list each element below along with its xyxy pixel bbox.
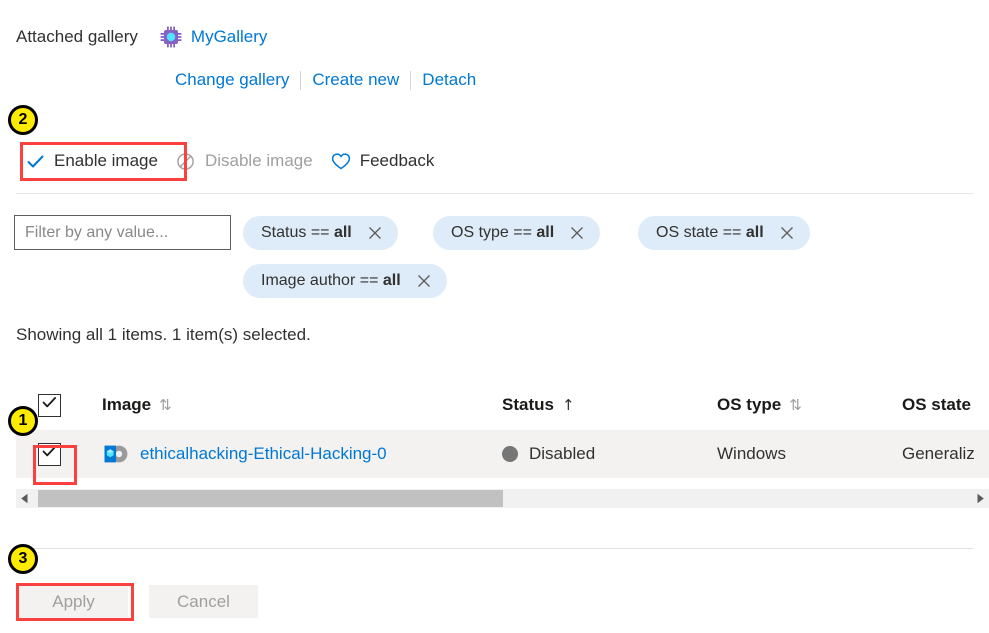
status-indicator-icon (502, 446, 518, 462)
footer-divider (16, 548, 973, 549)
filter-pill-os-type-text: OS type == all (451, 224, 555, 241)
close-icon[interactable] (778, 224, 796, 242)
row-select-checkbox[interactable] (37, 442, 61, 466)
feedback-button[interactable]: Feedback (322, 144, 444, 178)
sort-ascending-icon: ↑ (561, 396, 575, 414)
select-all-checkbox[interactable] (37, 393, 61, 417)
column-header-os-type[interactable]: OS type ⇅ (717, 395, 902, 415)
filter-pill-image-author-text: Image author == all (261, 272, 401, 289)
gallery-name-link[interactable]: MyGallery (191, 27, 268, 47)
grid-header-row: Image ⇅ Status ↑ OS type ⇅ OS state (16, 380, 989, 430)
grid-horizontal-scrollbar[interactable] (16, 489, 989, 508)
cancel-button[interactable]: Cancel (149, 585, 258, 618)
sort-unsorted-icon: ⇅ (789, 396, 802, 414)
row-os-type-cell: Windows (717, 444, 902, 464)
column-header-os-state-label: OS state (902, 395, 971, 414)
annotation-badge-2: 2 (8, 105, 38, 135)
results-summary-text: Showing all 1 items. 1 item(s) selected. (16, 325, 311, 344)
images-grid: Image ⇅ Status ↑ OS type ⇅ OS state ethi… (16, 380, 989, 478)
checkmark-icon (42, 445, 57, 463)
detach-gallery-link[interactable]: Detach (411, 70, 487, 90)
row-status-text: Disabled (529, 444, 596, 463)
scroll-right-arrow-icon[interactable] (972, 489, 989, 508)
row-os-state-text: Generaliz (902, 444, 975, 463)
filter-input[interactable] (14, 215, 231, 250)
filter-pill-image-author[interactable]: Image author == all (243, 264, 447, 298)
gallery-links-row: Change gallery Create new Detach (175, 70, 487, 90)
column-header-os-state[interactable]: OS state (902, 395, 989, 415)
column-header-image[interactable]: Image ⇅ (82, 395, 502, 415)
close-icon[interactable] (366, 224, 384, 242)
disable-image-button[interactable]: Disable image (167, 144, 322, 178)
scroll-track[interactable] (33, 489, 972, 508)
scroll-thumb[interactable] (38, 490, 503, 507)
filter-pill-status-text: Status == all (261, 224, 352, 241)
block-icon (176, 151, 196, 171)
azure-image-icon (102, 441, 128, 467)
column-header-status-label: Status (502, 395, 554, 414)
toolbar-divider (16, 193, 973, 194)
disable-image-label: Disable image (204, 151, 313, 170)
enable-image-button[interactable]: Enable image (16, 144, 167, 178)
change-gallery-link[interactable]: Change gallery (175, 70, 300, 90)
feedback-label: Feedback (359, 151, 435, 170)
close-icon[interactable] (415, 272, 433, 290)
close-icon[interactable] (568, 224, 586, 242)
row-image-cell: ethicalhacking-Ethical-Hacking-0 (82, 441, 502, 467)
attached-gallery-row: Attached gallery MyGallery (16, 26, 267, 48)
apply-button[interactable]: Apply (19, 585, 128, 618)
attached-gallery-label: Attached gallery (16, 27, 138, 46)
filter-pill-status[interactable]: Status == all (243, 216, 398, 250)
row-os-state-cell: Generaliz (902, 444, 989, 464)
row-status-cell: Disabled (502, 444, 717, 464)
row-os-type-text: Windows (717, 444, 786, 463)
checkmark-icon (25, 151, 45, 171)
create-new-gallery-link[interactable]: Create new (301, 70, 410, 90)
command-bar: Enable image Disable image Feedback (16, 144, 443, 178)
filter-pill-os-type[interactable]: OS type == all (433, 216, 601, 250)
row-image-name-link[interactable]: ethicalhacking-Ethical-Hacking-0 (140, 444, 387, 464)
row-select-cell (16, 442, 82, 466)
enable-image-label: Enable image (54, 151, 158, 170)
filter-pill-os-state[interactable]: OS state == all (638, 216, 810, 250)
column-header-image-label: Image (102, 395, 152, 414)
gallery-chip-icon (160, 26, 182, 48)
heart-icon (331, 151, 351, 171)
column-header-status[interactable]: Status ↑ (502, 395, 717, 415)
scroll-left-arrow-icon[interactable] (16, 489, 33, 508)
column-header-os-type-label: OS type (717, 395, 782, 414)
checkmark-icon (42, 396, 57, 414)
footer-button-group: Apply Cancel (19, 585, 258, 618)
filter-pill-os-state-text: OS state == all (656, 224, 764, 241)
select-all-cell (16, 393, 82, 417)
table-row[interactable]: ethicalhacking-Ethical-Hacking-0 Disable… (16, 430, 989, 478)
sort-unsorted-icon: ⇅ (159, 396, 172, 414)
